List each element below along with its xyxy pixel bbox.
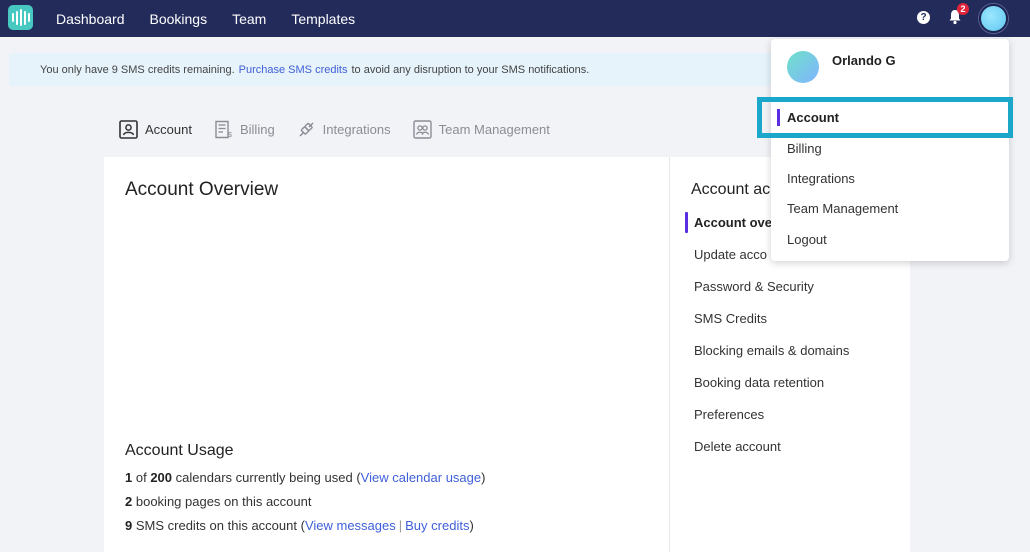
side-item-blocking-emails[interactable]: Blocking emails & domains bbox=[694, 343, 849, 358]
tab-team-management-label: Team Management bbox=[438, 122, 550, 137]
booking-pages-text: booking pages on this account bbox=[135, 494, 312, 509]
help-icon[interactable]: ? bbox=[917, 11, 930, 24]
team-icon bbox=[412, 120, 432, 139]
banner-text-after: to avoid any disruption to your SMS noti… bbox=[351, 63, 590, 76]
account-icon bbox=[119, 120, 138, 139]
nav-templates[interactable]: Templates bbox=[291, 11, 355, 27]
sms-credits-count: 9 bbox=[125, 518, 133, 533]
svg-text:$: $ bbox=[228, 132, 232, 139]
side-item-booking-data-retention[interactable]: Booking data retention bbox=[694, 375, 824, 390]
user-dropdown-menu: Orlando G Account Billing Integrations T… bbox=[771, 39, 1009, 261]
calendars-total-count: 200 bbox=[150, 470, 173, 485]
dropdown-item-team-management[interactable]: Team Management bbox=[787, 201, 898, 216]
nav-bookings[interactable]: Bookings bbox=[150, 11, 208, 27]
banner-text: You only have 9 SMS credits remaining. bbox=[40, 63, 235, 76]
calendars-text: calendars currently being used ( bbox=[175, 470, 361, 485]
tab-billing-label: Billing bbox=[239, 122, 275, 137]
side-item-sms-credits[interactable]: SMS Credits bbox=[694, 311, 767, 326]
buy-credits-link[interactable]: Buy credits bbox=[405, 518, 469, 533]
app-logo-icon[interactable] bbox=[8, 5, 33, 30]
side-nav-title: Account ac bbox=[691, 181, 771, 198]
main-nav: Dashboard Bookings Team Templates bbox=[56, 0, 355, 37]
side-item-update-account[interactable]: Update acco bbox=[694, 247, 767, 262]
dropdown-item-billing[interactable]: Billing bbox=[787, 141, 822, 156]
purchase-sms-credits-link[interactable]: Purchase SMS credits bbox=[239, 64, 348, 76]
settings-tabs: Account $ Billing Integrations Team Mana… bbox=[119, 120, 550, 139]
dropdown-user-name: Orlando G bbox=[832, 53, 896, 68]
calendars-close-paren: ) bbox=[481, 470, 486, 485]
tab-account[interactable]: Account bbox=[119, 120, 192, 139]
billing-icon: $ bbox=[215, 120, 232, 139]
top-navbar: Dashboard Bookings Team Templates ? 2 bbox=[0, 0, 1030, 37]
account-overview-card: Account Overview Account Usage 1 of 200 … bbox=[104, 157, 669, 552]
view-calendar-usage-link[interactable]: View calendar usage bbox=[361, 470, 481, 485]
calendar-usage-line: 1 of 200 calendars currently being used … bbox=[125, 470, 485, 485]
tab-billing[interactable]: $ Billing bbox=[214, 120, 275, 139]
sms-credits-text: SMS credits on this account ( bbox=[135, 518, 305, 533]
nav-team[interactable]: Team bbox=[232, 11, 266, 27]
tab-account-label: Account bbox=[145, 122, 192, 137]
side-item-password-security[interactable]: Password & Security bbox=[694, 279, 814, 294]
booking-pages-count: 2 bbox=[125, 494, 133, 509]
tab-team-management[interactable]: Team Management bbox=[412, 120, 550, 139]
dropdown-item-logout[interactable]: Logout bbox=[787, 232, 827, 247]
calendars-used-count: 1 bbox=[125, 470, 133, 485]
side-item-account-overview[interactable]: Account ove bbox=[694, 215, 772, 230]
active-item-marker bbox=[685, 212, 688, 233]
user-avatar[interactable] bbox=[979, 4, 1008, 33]
sms-credits-banner: You only have 9 SMS credits remaining. P… bbox=[9, 53, 799, 86]
calendars-of-text: of bbox=[135, 470, 147, 485]
notification-badge: 2 bbox=[957, 3, 969, 15]
view-messages-link[interactable]: View messages bbox=[305, 518, 396, 533]
booking-pages-line: 2 booking pages on this account bbox=[125, 494, 312, 509]
tab-integrations-label: Integrations bbox=[322, 122, 391, 137]
nav-dashboard[interactable]: Dashboard bbox=[56, 11, 125, 27]
tab-integrations[interactable]: Integrations bbox=[297, 120, 391, 139]
dropdown-avatar bbox=[787, 51, 819, 83]
side-item-delete-account[interactable]: Delete account bbox=[694, 439, 781, 454]
account-usage-title: Account Usage bbox=[125, 442, 234, 459]
side-item-preferences[interactable]: Preferences bbox=[694, 407, 764, 422]
sms-credits-line: 9 SMS credits on this account (View mess… bbox=[125, 518, 474, 533]
account-highlight-box bbox=[757, 97, 1013, 138]
page-title: Account Overview bbox=[125, 179, 279, 200]
dropdown-item-integrations[interactable]: Integrations bbox=[787, 171, 855, 186]
integrations-icon bbox=[299, 122, 314, 137]
link-separator: | bbox=[398, 518, 403, 533]
sms-close-paren: ) bbox=[469, 518, 474, 533]
